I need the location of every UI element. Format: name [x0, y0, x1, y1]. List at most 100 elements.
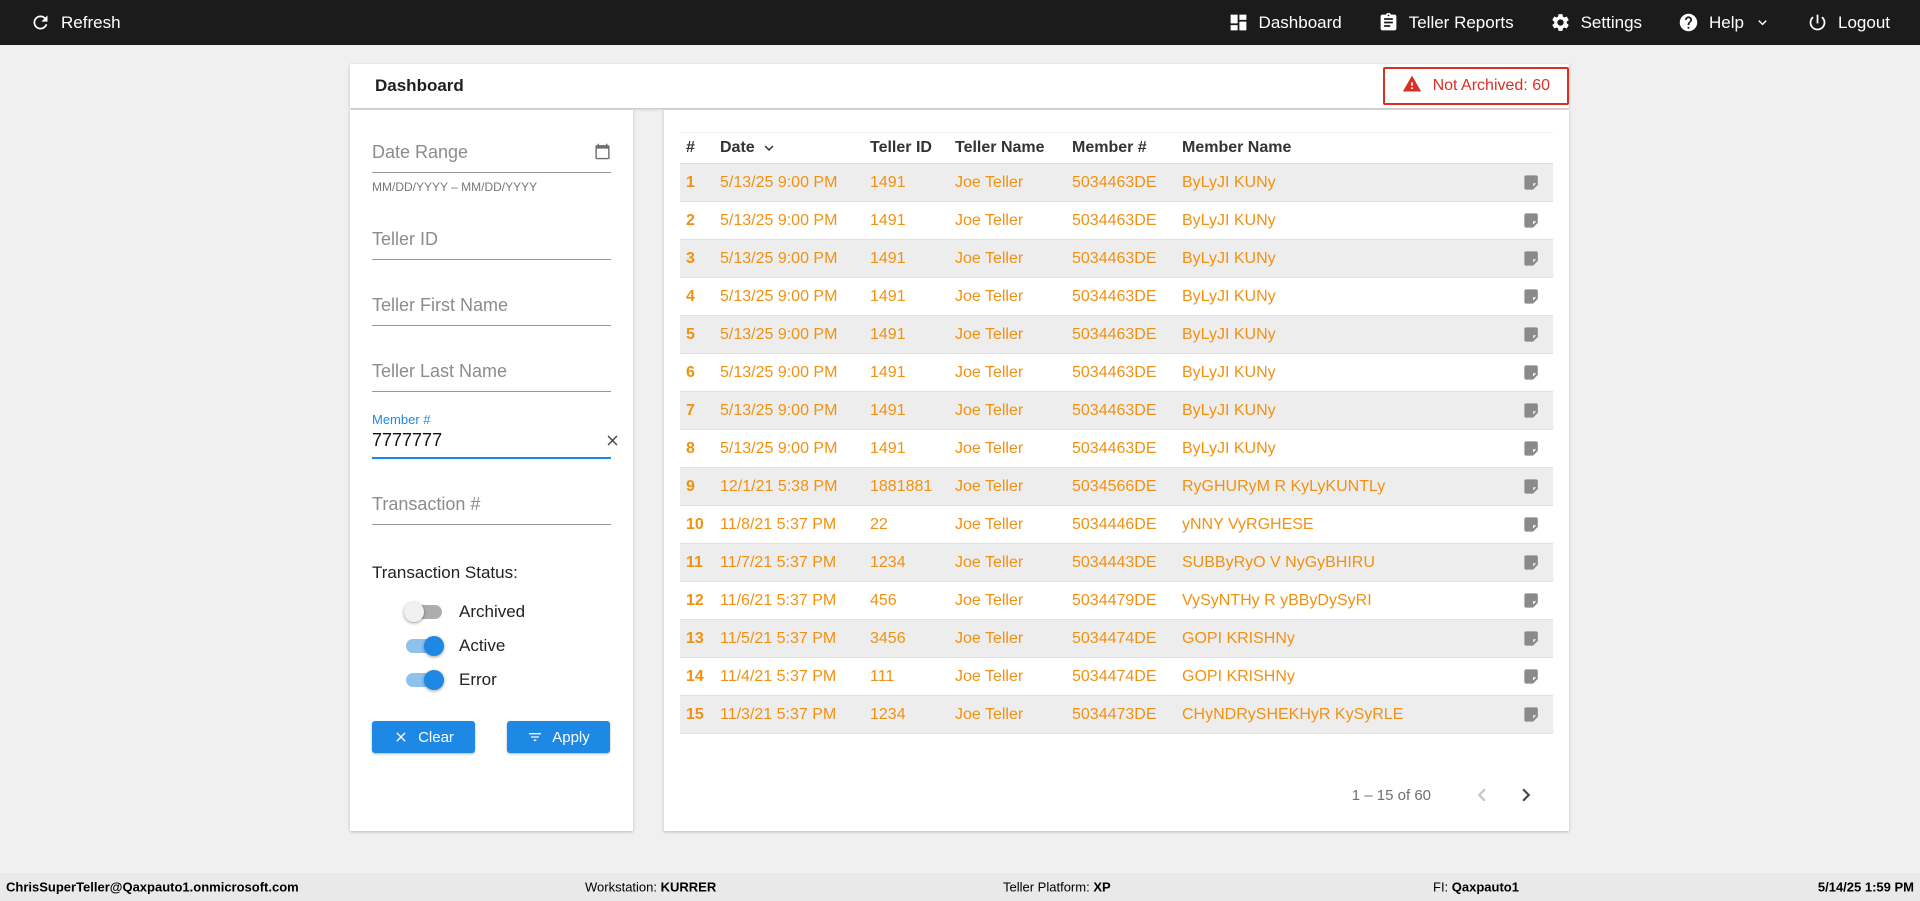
table-body: 1 5/13/25 9:00 PM 1491 Joe Teller 503446…: [680, 164, 1553, 734]
top-nav-links: Dashboard Teller Reports Settings Help L…: [1228, 12, 1890, 33]
table-row[interactable]: 6 5/13/25 9:00 PM 1491 Joe Teller 503446…: [680, 354, 1553, 392]
toggle-archived[interactable]: Archived: [404, 595, 611, 629]
column-header-teller-id[interactable]: Teller ID: [870, 139, 955, 157]
cell-member-number: 5034463DE: [1072, 249, 1157, 267]
table-row[interactable]: 4 5/13/25 9:00 PM 1491 Joe Teller 503446…: [680, 278, 1553, 316]
note-icon[interactable]: [1522, 325, 1541, 344]
note-icon[interactable]: [1522, 667, 1541, 686]
cell-date: 11/3/21 5:37 PM: [720, 705, 837, 723]
table-row[interactable]: 10 11/8/21 5:37 PM 22 Joe Teller 5034446…: [680, 506, 1553, 544]
note-icon[interactable]: [1522, 211, 1541, 230]
clear-button-label: Clear: [418, 728, 454, 746]
cell-teller-id: 111: [870, 667, 895, 685]
cell-teller-id: 1234: [870, 705, 906, 723]
table-row[interactable]: 15 11/3/21 5:37 PM 1234 Joe Teller 50344…: [680, 696, 1553, 734]
status-toggle-switch[interactable]: [406, 636, 444, 656]
column-header-member-name[interactable]: Member Name: [1182, 139, 1511, 157]
note-icon[interactable]: [1522, 363, 1541, 382]
transaction-number-group: [372, 494, 611, 525]
apply-button[interactable]: Apply: [507, 721, 610, 753]
note-icon[interactable]: [1522, 401, 1541, 420]
previous-page-icon[interactable]: [1469, 782, 1495, 808]
toggle-active[interactable]: Active: [406, 629, 611, 663]
column-header-teller-name[interactable]: Teller Name: [955, 139, 1072, 157]
nav-logout[interactable]: Logout: [1807, 12, 1890, 33]
status-toggle-switch[interactable]: [406, 670, 444, 690]
note-icon[interactable]: [1522, 173, 1541, 192]
toggle-error[interactable]: Error: [406, 663, 611, 697]
cell-teller-name: Joe Teller: [955, 439, 1024, 457]
help-icon: [1678, 12, 1699, 33]
teller-first-name-input[interactable]: [372, 295, 611, 316]
note-icon[interactable]: [1522, 287, 1541, 306]
nav-help-label: Help: [1709, 12, 1744, 32]
table-row[interactable]: 3 5/13/25 9:00 PM 1491 Joe Teller 503446…: [680, 240, 1553, 278]
cell-teller-name: Joe Teller: [955, 591, 1024, 609]
refresh-button[interactable]: Refresh: [30, 12, 121, 33]
current-datetime: 5/14/25 1:59 PM: [1817, 879, 1914, 895]
cell-teller-name: Joe Teller: [955, 477, 1024, 495]
dashboard-icon: [1228, 12, 1249, 33]
note-icon[interactable]: [1522, 477, 1541, 496]
nav-settings[interactable]: Settings: [1550, 12, 1642, 33]
table-row[interactable]: 9 12/1/21 5:38 PM 1881881 Joe Teller 503…: [680, 468, 1553, 506]
member-number-label: Member #: [372, 412, 431, 427]
not-archived-badge[interactable]: Not Archived: 60: [1382, 67, 1569, 105]
note-icon[interactable]: [1522, 629, 1541, 648]
column-header-date[interactable]: Date: [720, 139, 870, 157]
nav-teller-reports-label: Teller Reports: [1408, 12, 1514, 32]
member-number-input[interactable]: [372, 430, 604, 451]
note-icon[interactable]: [1522, 515, 1541, 534]
nav-help[interactable]: Help: [1678, 12, 1771, 33]
teller-last-name-group: [372, 361, 611, 392]
table-row[interactable]: 7 5/13/25 9:00 PM 1491 Joe Teller 503446…: [680, 392, 1553, 430]
note-icon[interactable]: [1522, 591, 1541, 610]
cell-row-number: 5: [686, 325, 695, 343]
refresh-icon: [30, 12, 51, 33]
cell-date: 5/13/25 9:00 PM: [720, 211, 838, 229]
date-range-input[interactable]: [372, 142, 611, 163]
column-header-number[interactable]: #: [686, 139, 720, 157]
cell-member-number: 5034473DE: [1072, 705, 1157, 723]
cell-row-number: 1: [686, 173, 695, 191]
table-row[interactable]: 12 11/6/21 5:37 PM 456 Joe Teller 503447…: [680, 582, 1553, 620]
cell-member-name: ByLyJI KUNy: [1182, 173, 1276, 191]
teller-id-input[interactable]: [372, 229, 611, 250]
table-row[interactable]: 8 5/13/25 9:00 PM 1491 Joe Teller 503446…: [680, 430, 1553, 468]
cell-member-number: 5034474DE: [1072, 629, 1157, 647]
clear-button[interactable]: Clear: [372, 721, 475, 753]
note-icon[interactable]: [1522, 439, 1541, 458]
cell-teller-name: Joe Teller: [955, 287, 1024, 305]
column-header-member-number[interactable]: Member #: [1072, 139, 1182, 157]
note-icon[interactable]: [1522, 553, 1541, 572]
calendar-icon[interactable]: [594, 143, 611, 160]
cell-row-number: 14: [686, 667, 704, 685]
cell-teller-id: 1881881: [870, 477, 933, 495]
next-page-icon[interactable]: [1513, 782, 1539, 808]
settings-gear-icon: [1550, 12, 1571, 33]
cell-date: 11/7/21 5:37 PM: [720, 553, 837, 571]
nav-dashboard[interactable]: Dashboard: [1228, 12, 1342, 33]
filter-panel: MM/DD/YYYY – MM/DD/YYYY Member # Transac…: [350, 110, 633, 831]
cell-row-number: 3: [686, 249, 695, 267]
teller-last-name-input[interactable]: [372, 361, 611, 382]
cell-date: 11/8/21 5:37 PM: [720, 515, 837, 533]
sort-descending-icon: [760, 139, 778, 157]
table-row[interactable]: 14 11/4/21 5:37 PM 111 Joe Teller 503447…: [680, 658, 1553, 696]
transaction-number-input[interactable]: [372, 494, 611, 515]
table-row[interactable]: 11 11/7/21 5:37 PM 1234 Joe Teller 50344…: [680, 544, 1553, 582]
nav-teller-reports[interactable]: Teller Reports: [1378, 12, 1514, 33]
note-icon[interactable]: [1522, 249, 1541, 268]
cell-date: 5/13/25 9:00 PM: [720, 363, 838, 381]
cell-date: 5/13/25 9:00 PM: [720, 401, 838, 419]
financial-institution-info: FI: Qaxpauto1: [1433, 879, 1519, 895]
table-row[interactable]: 2 5/13/25 9:00 PM 1491 Joe Teller 503446…: [680, 202, 1553, 240]
table-row[interactable]: 5 5/13/25 9:00 PM 1491 Joe Teller 503446…: [680, 316, 1553, 354]
status-toggle-switch[interactable]: [404, 602, 442, 622]
clear-member-icon[interactable]: [604, 432, 621, 449]
teller-id-group: [372, 229, 611, 260]
not-archived-label: Not Archived: 60: [1432, 77, 1550, 94]
table-row[interactable]: 1 5/13/25 9:00 PM 1491 Joe Teller 503446…: [680, 164, 1553, 202]
note-icon[interactable]: [1522, 705, 1541, 724]
table-row[interactable]: 13 11/5/21 5:37 PM 3456 Joe Teller 50344…: [680, 620, 1553, 658]
